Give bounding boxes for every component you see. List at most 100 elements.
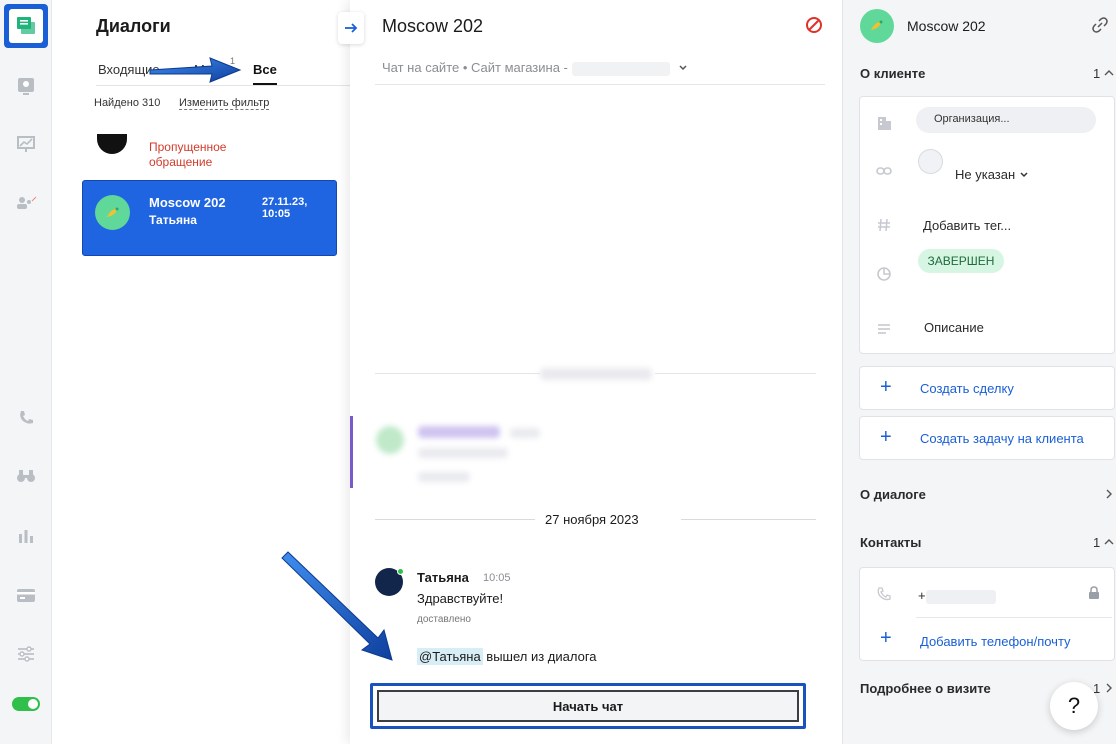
online-dot [397, 568, 404, 575]
shop-bird-icon [871, 20, 883, 30]
chat-panel: Moscow 202 Чат на сайте • Сайт магазина … [338, 0, 842, 744]
online-status-toggle[interactable] [12, 697, 40, 711]
left-rail [0, 0, 52, 744]
list-item-client: Татьяна [149, 213, 197, 227]
list-item-active[interactable]: Moscow 202 Татьяна 27.11.23, 10:05 [82, 180, 337, 256]
dialogs-app-icon[interactable] [4, 4, 48, 48]
chevron-up-icon [1104, 70, 1114, 76]
client-details-card: Организация... Не указан Добавить тег...… [859, 96, 1115, 354]
responsible-value: Не указан [955, 167, 1016, 182]
responsible-select[interactable]: Не указан [955, 167, 1029, 182]
date-separator: 27 ноября 2023 [375, 512, 816, 528]
description-lines-icon [876, 321, 892, 337]
change-filter-link[interactable]: Изменить фильтр [179, 97, 270, 110]
list-item-date: 27.11.23, 10:05 [262, 196, 308, 220]
contacts-count: 1 [1093, 535, 1101, 550]
contacts-header[interactable]: Контакты [860, 535, 921, 550]
message-text: Здравствуйте! [417, 591, 504, 606]
help-button[interactable]: ? [1050, 682, 1098, 730]
blurred-date [540, 368, 652, 380]
status-badge[interactable]: ЗАВЕРШЕН [918, 249, 1004, 273]
organization-field[interactable]: Организация... [916, 107, 1096, 133]
plus-icon: + [880, 426, 892, 448]
chat-title: Moscow 202 [382, 16, 484, 36]
message-status: доставлено [417, 614, 471, 625]
client-title: Moscow 202 [907, 18, 986, 34]
blurred-avatar [376, 426, 404, 454]
avatar [860, 9, 894, 43]
header-divider [375, 84, 825, 85]
link-chain-icon [876, 163, 892, 179]
status-pie-icon [876, 266, 892, 282]
tab-inbox[interactable]: Входящие [98, 62, 160, 77]
start-chat-button[interactable]: Начать чат [377, 690, 799, 722]
create-task-button[interactable]: + Создать задачу на клиента [859, 416, 1115, 460]
dialogs-list-panel: Диалоги Входящие М 1 Все Найдено 310 Изм… [52, 0, 350, 744]
settings-sliders-icon[interactable] [14, 642, 38, 666]
analytics-board-icon[interactable] [14, 132, 38, 156]
add-tag-field[interactable]: Добавить тег... [923, 218, 1011, 233]
divider [916, 617, 1112, 618]
visit-details-header[interactable]: Подробнее о визите [860, 681, 991, 696]
binoculars-icon[interactable] [14, 464, 38, 488]
add-phone-link[interactable]: Добавить телефон/почту [920, 634, 1071, 649]
system-message-text: вышел из диалога [482, 649, 597, 664]
create-deal-button[interactable]: + Создать сделку [859, 366, 1115, 410]
system-message: @Татьяна вышел из диалога [417, 648, 597, 665]
blurred-text [418, 448, 508, 458]
phone-icon [876, 586, 892, 602]
mention-tag[interactable]: @Татьяна [417, 648, 483, 665]
divider [375, 519, 535, 520]
missed-line-2: обращение [149, 155, 213, 169]
create-task-label: Создать задачу на клиента [920, 431, 1084, 446]
client-info-panel: Moscow 202 О клиенте 1 Организация... Не… [842, 0, 1116, 744]
users-icon[interactable] [14, 191, 38, 215]
start-chat-highlight: Начать чат [370, 683, 806, 729]
list-title: Диалоги [96, 16, 171, 36]
divider [655, 373, 816, 374]
contacts-icon[interactable] [14, 74, 38, 98]
about-client-count: 1 [1093, 66, 1101, 81]
tab-mine-count: 1 [230, 56, 236, 66]
divider [681, 519, 816, 520]
chat-source[interactable]: Чат на сайте • Сайт магазина - [382, 60, 688, 76]
list-item-avatar [97, 134, 127, 154]
billing-card-icon[interactable] [14, 583, 38, 607]
reports-bar-icon[interactable] [14, 524, 38, 548]
link-icon[interactable] [1092, 17, 1108, 33]
chevron-down-icon [1020, 172, 1028, 178]
phone-prefix: + [918, 588, 926, 603]
description-field[interactable]: Описание [924, 320, 984, 335]
plus-icon: + [880, 376, 892, 398]
phone-icon[interactable] [14, 406, 38, 430]
block-icon[interactable] [805, 16, 823, 34]
found-count: Найдено 310 [94, 97, 161, 109]
arrow-right-icon [345, 23, 358, 33]
lock-icon [1088, 586, 1104, 602]
plus-icon: + [880, 627, 892, 649]
chat-source-text: Чат на сайте • Сайт магазина - [382, 60, 568, 75]
contacts-card: + + Добавить телефон/почту [859, 567, 1115, 661]
collapse-list-button[interactable] [338, 12, 364, 44]
blurred-quote-bar [350, 416, 353, 488]
chevron-right-icon [1106, 489, 1112, 499]
date-separator-text: 27 ноября 2023 [545, 512, 639, 527]
avatar [95, 195, 130, 230]
dialog-tabs: Входящие М 1 Все [96, 54, 350, 86]
missed-line-1: Пропущенное [149, 140, 227, 154]
about-client-header[interactable]: О клиенте [860, 66, 925, 81]
about-dialog-header[interactable]: О диалоге [860, 487, 926, 502]
missed-request-label: Пропущенное обращение [149, 140, 226, 170]
blurred-time [510, 428, 540, 438]
tab-mine[interactable]: М [194, 62, 205, 77]
chevron-right-icon [1106, 683, 1112, 693]
responsible-avatar [918, 149, 943, 174]
shop-bird-icon [106, 207, 118, 217]
create-deal-label: Создать сделку [920, 381, 1014, 396]
phone-value[interactable]: + [918, 588, 996, 604]
blurred-status [418, 472, 470, 482]
tab-all[interactable]: Все [253, 62, 277, 85]
message-avatar [375, 568, 404, 596]
chevron-down-icon [678, 65, 687, 71]
building-icon [876, 115, 892, 131]
